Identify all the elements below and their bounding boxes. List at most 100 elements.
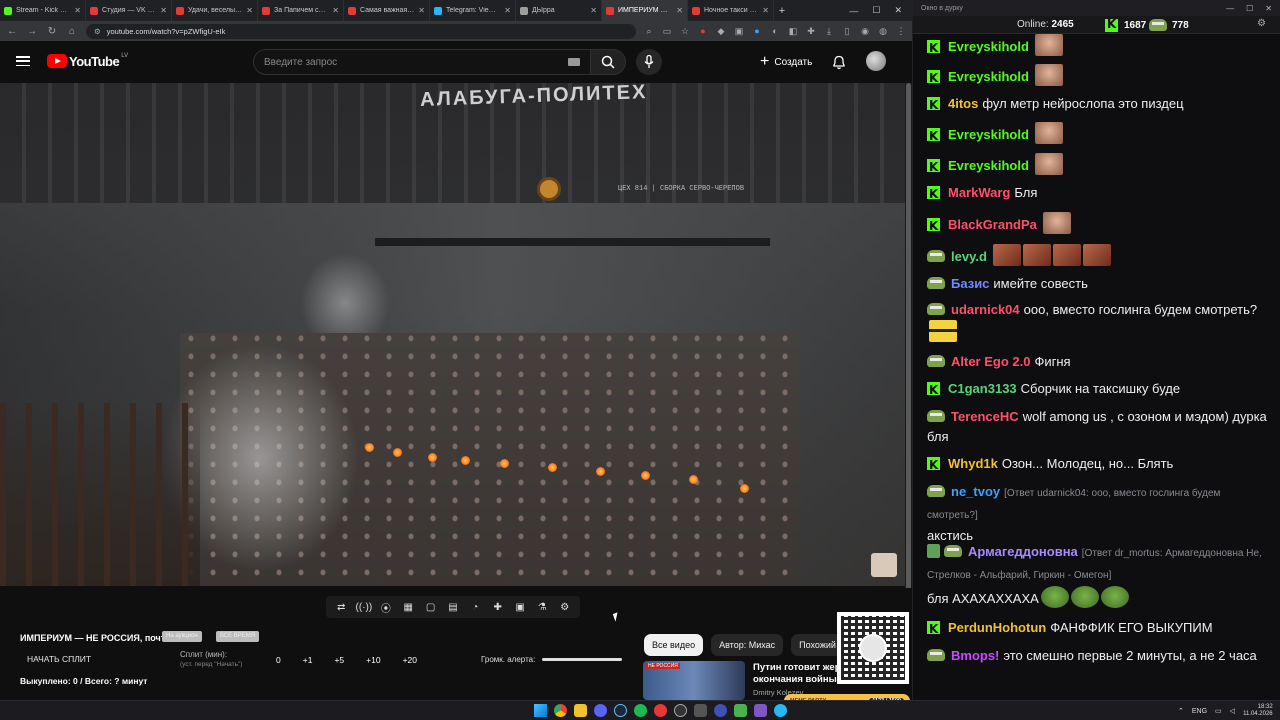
browser-tab[interactable]: За Папичем следу... ✕ bbox=[258, 0, 344, 21]
bookmark-star-icon[interactable]: ☆ bbox=[680, 26, 690, 36]
chat-username[interactable]: BlackGrandPa bbox=[948, 217, 1037, 232]
extension-icon[interactable]: ● bbox=[698, 26, 708, 36]
sidebar-icon[interactable]: ▯ bbox=[842, 26, 852, 36]
scrollbar-thumb[interactable] bbox=[906, 83, 911, 633]
extension-icon[interactable]: ◍ bbox=[878, 26, 888, 36]
browser-tab[interactable]: Студия — VK Видео✕ bbox=[86, 0, 172, 21]
url-field[interactable]: ⚙ youtube.com/watch?v=pZWfigU-eIk bbox=[86, 23, 636, 39]
app-icon[interactable] bbox=[734, 704, 747, 717]
search-button[interactable] bbox=[590, 49, 626, 75]
chat-username[interactable]: 4itos bbox=[948, 96, 978, 111]
puzzle-icon[interactable]: ✚ bbox=[806, 26, 816, 36]
clock[interactable]: 18:32 11.04.2026 bbox=[1243, 704, 1273, 718]
chat-username[interactable]: C1gan3133 bbox=[948, 381, 1017, 396]
browser-tab[interactable]: ИМПЕРИУМ — Н... ✕ bbox=[602, 0, 688, 21]
obs-icon[interactable] bbox=[674, 704, 687, 717]
alert-volume-slider[interactable] bbox=[542, 658, 622, 661]
account-avatar[interactable] bbox=[866, 51, 886, 71]
split-button[interactable]: +5 bbox=[334, 655, 344, 665]
maximize-icon[interactable]: ☐ bbox=[1246, 4, 1253, 13]
browser-tab[interactable]: Самая важная мо... ✕ bbox=[344, 0, 430, 21]
broadcast-icon[interactable]: ((·)) bbox=[356, 602, 373, 613]
chat-username[interactable]: Bmops! bbox=[951, 648, 999, 663]
recommended-title-line2[interactable]: окончания войны? bbox=[753, 674, 843, 685]
camera-icon[interactable]: ▣ bbox=[512, 602, 528, 613]
filter-all-videos[interactable]: Все видео bbox=[644, 634, 704, 656]
download-icon[interactable]: ⤓ bbox=[824, 26, 834, 36]
start-split-button[interactable]: НАЧАТЬ СПЛИТ bbox=[27, 654, 91, 664]
flask-icon[interactable]: ⚗ bbox=[534, 602, 550, 613]
filter-author[interactable]: Автор: Михас bbox=[711, 634, 784, 656]
create-button[interactable]: + Создать bbox=[760, 51, 812, 73]
voice-search-button[interactable] bbox=[636, 49, 662, 75]
language-indicator[interactable]: ENG bbox=[1192, 708, 1207, 715]
new-tab-button[interactable]: + bbox=[774, 0, 790, 21]
subtitles-icon[interactable]: ▤ bbox=[445, 602, 461, 613]
settings-icon[interactable]: ⚙ bbox=[557, 602, 573, 613]
volume-icon[interactable]: ◁ bbox=[1230, 707, 1235, 715]
minimize-icon[interactable]: — bbox=[1226, 4, 1234, 13]
tab-close-icon[interactable]: ✕ bbox=[762, 6, 769, 15]
spotify-icon[interactable] bbox=[634, 704, 647, 717]
pip-icon[interactable]: ▢ bbox=[423, 602, 439, 613]
menu-dots-icon[interactable]: ⋮ bbox=[896, 26, 906, 36]
tab-close-icon[interactable]: ✕ bbox=[332, 6, 339, 15]
maximize-icon[interactable]: ☐ bbox=[872, 5, 880, 16]
extension-icon[interactable]: ◆ bbox=[716, 26, 726, 36]
discord-icon[interactable] bbox=[594, 704, 607, 717]
chat-username[interactable]: Alter Ego 2.0 bbox=[951, 354, 1030, 369]
minimize-icon[interactable]: — bbox=[849, 6, 858, 16]
app-icon[interactable] bbox=[694, 704, 707, 717]
browser-tab[interactable]: Telegram: View @... ✕ bbox=[430, 0, 516, 21]
chat-username[interactable]: Whyd1k bbox=[948, 456, 998, 471]
browser-tab[interactable]: Ночное такси (202... ✕ bbox=[688, 0, 774, 21]
auction-chip[interactable]: На аукцион bbox=[162, 631, 202, 642]
chat-settings-icon[interactable]: ⚙ bbox=[1257, 18, 1266, 29]
tray-chevron-icon[interactable]: ⌃ bbox=[1178, 707, 1184, 715]
start-icon[interactable] bbox=[534, 704, 547, 717]
chat-username[interactable]: MarkWarg bbox=[948, 185, 1010, 200]
reload-icon[interactable]: ↻ bbox=[46, 26, 58, 37]
back-icon[interactable]: ← bbox=[6, 26, 18, 37]
app-icon[interactable] bbox=[754, 704, 767, 717]
close-icon[interactable]: ✕ bbox=[1265, 4, 1272, 13]
chat-username[interactable]: udarnick04 bbox=[951, 302, 1020, 317]
chat-username[interactable]: Базис bbox=[951, 276, 989, 291]
close-icon[interactable]: ✕ bbox=[894, 5, 902, 16]
network-icon[interactable]: ▭ bbox=[1215, 707, 1222, 715]
tab-close-icon[interactable]: ✕ bbox=[160, 6, 167, 15]
chat-username[interactable]: ne_tvoy bbox=[951, 484, 1000, 499]
browser-tab[interactable]: Stream - Kick Dashb... ✕ bbox=[0, 0, 86, 21]
menu-icon[interactable] bbox=[16, 56, 30, 66]
search-input[interactable] bbox=[264, 56, 568, 68]
steam-icon[interactable] bbox=[614, 704, 627, 717]
tab-close-icon[interactable]: ✕ bbox=[74, 6, 81, 15]
home-icon[interactable]: ⌂ bbox=[66, 26, 78, 37]
video-player[interactable]: АЛАБУГА-ПОЛИТЕХ ЦЕХ 814 | СБОРКА СЕРВО-Ч… bbox=[0, 83, 905, 586]
loop-icon[interactable]: ⇄ bbox=[333, 602, 349, 613]
recommended-title[interactable]: Путин готовит жерт bbox=[753, 662, 843, 673]
chat-username[interactable]: Evreyskihold bbox=[948, 69, 1029, 84]
clapper-icon[interactable]: ▦ bbox=[400, 602, 416, 613]
all-time-chip[interactable]: ВСЕ ВРЕМЯ bbox=[216, 631, 260, 642]
telegram-icon[interactable] bbox=[774, 704, 787, 717]
browser-tab[interactable]: ДЫрра ✕ bbox=[516, 0, 602, 21]
split-button[interactable]: +10 bbox=[366, 655, 380, 665]
explorer-icon[interactable] bbox=[574, 704, 587, 717]
cast-icon[interactable]: ▭ bbox=[662, 26, 672, 36]
notifications-bell-icon[interactable] bbox=[832, 54, 846, 70]
app-icon[interactable] bbox=[654, 704, 667, 717]
extension-icon[interactable]: ▣ bbox=[734, 26, 744, 36]
app-icon[interactable] bbox=[714, 704, 727, 717]
browser-tab[interactable]: Удачи, веселых, жо... ✕ bbox=[172, 0, 258, 21]
chrome-icon[interactable] bbox=[554, 704, 567, 717]
tab-close-icon[interactable]: ✕ bbox=[418, 6, 425, 15]
chat-username[interactable]: Evreyskihold bbox=[948, 158, 1029, 173]
chat-username[interactable]: PerdunHohotun bbox=[948, 620, 1046, 635]
split-button[interactable]: +1 bbox=[303, 655, 313, 665]
site-info-icon[interactable]: ⚙ bbox=[94, 27, 101, 36]
tab-close-icon[interactable]: ✕ bbox=[504, 6, 511, 15]
forward-icon[interactable]: → bbox=[26, 26, 38, 37]
speed-icon[interactable]: ◔ bbox=[467, 602, 483, 613]
ai-icon[interactable]: ✚ bbox=[490, 602, 506, 613]
